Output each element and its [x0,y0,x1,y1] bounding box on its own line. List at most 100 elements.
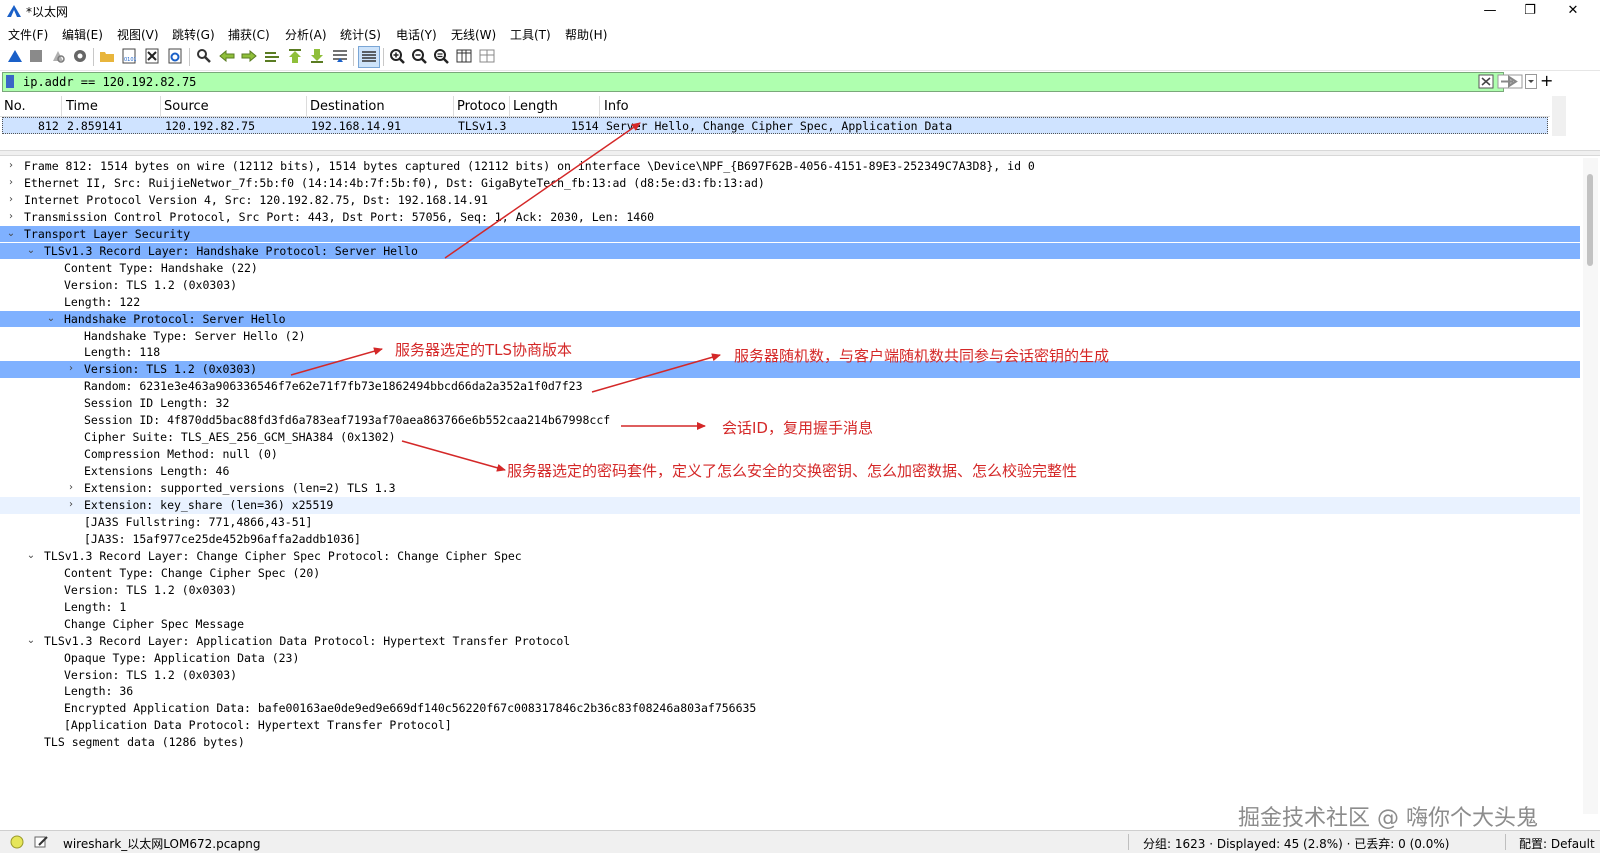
go-first-icon[interactable] [286,47,304,65]
detail-tree-item[interactable]: TLS segment data (1286 bytes) [0,734,1580,751]
detail-tree-item[interactable]: ⌄ Handshake Protocol: Server Hello [0,310,1580,328]
menu-view[interactable]: 视图(V) [117,26,159,43]
expand-chevron-icon[interactable]: › [65,480,77,497]
menu-tools[interactable]: 工具(T) [510,26,551,43]
options-gear-icon[interactable] [71,47,89,65]
detail-tree-item[interactable]: Version: TLS 1.2 (0x0303) [0,667,1580,684]
layout-icon[interactable] [478,47,496,65]
detail-tree-item[interactable]: Version: TLS 1.2 (0x0303) [0,277,1580,294]
detail-tree-item[interactable]: Length: 1 [0,599,1580,616]
zoom-normal-icon[interactable] [432,47,450,65]
go-last-icon[interactable] [308,47,326,65]
detail-tree-item[interactable]: [Application Data Protocol: Hypertext Tr… [0,717,1580,734]
detail-tree-text: Session ID: 4f870dd5bac88fd3fd6a783eaf71… [84,413,611,428]
detail-tree-item[interactable]: Version: TLS 1.2 (0x0303) [0,582,1580,599]
column-length[interactable]: Length [513,99,558,114]
menu-go[interactable]: 跳转(G) [172,26,215,43]
detail-tree-item[interactable]: › Frame 812: 1514 bytes on wire (12112 bi… [0,158,1580,175]
column-protocol[interactable]: Protoco [457,99,506,114]
detail-tree-item[interactable]: Length: 36 [0,683,1580,700]
go-to-packet-icon[interactable] [263,47,281,65]
save-file-icon[interactable]: 0101 [120,47,138,65]
clear-filter-icon[interactable] [1478,74,1494,89]
detail-tree-item[interactable]: [JA3S: 15af977ce25de452b96affa2addb1036] [0,531,1580,548]
restart-icon[interactable] [49,47,67,65]
packet-row[interactable]: 812 2.859141 120.192.82.75 192.168.14.91… [2,117,1548,134]
expand-chevron-icon[interactable]: › [65,497,77,514]
detail-tree-item[interactable]: Change Cipher Spec Message [0,616,1580,633]
restore-button[interactable]: ❐ [1507,0,1553,22]
menu-file[interactable]: 文件(F) [8,26,48,43]
resize-columns-icon[interactable] [455,47,473,65]
detail-tree-text: Transmission Control Protocol, Src Port:… [24,209,655,224]
shark-fin-start-icon[interactable] [6,47,24,65]
column-time[interactable]: Time [66,99,98,114]
column-info[interactable]: Info [604,99,629,114]
menu-wireless[interactable]: 无线(W) [451,26,496,43]
menu-analyze[interactable]: 分析(A) [285,26,327,43]
packet-list-scrollbar[interactable] [1552,96,1566,136]
go-back-icon[interactable] [218,47,236,65]
detail-tree-item[interactable]: Random: 6231e3e463a906336546f7e62e71f7fb… [0,378,1580,395]
expand-chevron-icon[interactable]: › [65,361,77,378]
detail-tree-item[interactable]: ⌄ TLSv1.3 Record Layer: Application Data … [0,633,1580,650]
zoom-in-icon[interactable] [388,47,406,65]
detail-tree-item[interactable]: Handshake Type: Server Hello (2) [0,328,1580,345]
detail-tree-item[interactable]: Content Type: Handshake (22) [0,260,1580,277]
menu-telephony[interactable]: 电话(Y) [396,26,437,43]
column-destination[interactable]: Destination [310,99,385,114]
detail-tree-text: Ethernet II, Src: RuijieNetwor_7f:5b:f0 … [24,175,765,190]
detail-tree-item[interactable]: ⌄ Transport Layer Security [0,225,1580,243]
detail-tree-item[interactable]: Length: 122 [0,294,1580,311]
detail-tree-item[interactable]: › Internet Protocol Version 4, Src: 120.1… [0,192,1580,209]
detail-tree-item[interactable]: Encrypted Application Data: bafe00163ae0… [0,700,1580,717]
detail-tree-item[interactable]: [JA3S Fullstring: 771,4866,43-51] [0,514,1580,531]
collapse-chevron-icon[interactable]: ⌄ [45,311,57,328]
pane-splitter[interactable] [0,150,1600,156]
menu-help[interactable]: 帮助(H) [565,26,607,43]
expand-chevron-icon[interactable]: › [5,175,17,192]
menu-statistics[interactable]: 统计(S) [340,26,381,43]
detail-tree-item[interactable]: Opaque Type: Application Data (23) [0,650,1580,667]
detail-tree-item[interactable]: Session ID Length: 32 [0,395,1580,412]
display-filter-input[interactable]: ip.addr == 120.192.82.75 [2,72,1537,92]
details-scroll-thumb[interactable] [1587,174,1593,266]
close-file-icon[interactable] [143,47,161,65]
reload-icon[interactable] [166,47,184,65]
menu-capture[interactable]: 捕获(C) [228,26,270,43]
expand-chevron-icon[interactable]: › [5,209,17,226]
collapse-chevron-icon[interactable]: ⌄ [25,548,37,565]
zoom-out-icon[interactable] [410,47,428,65]
add-filter-button[interactable]: + [1540,71,1553,90]
apply-filter-icon[interactable] [1497,74,1523,89]
close-button[interactable]: ✕ [1550,0,1596,22]
detail-tree-text: Change Cipher Spec Message [64,616,245,631]
column-no[interactable]: No. [4,99,26,114]
expert-info-icon[interactable] [10,835,24,849]
find-packet-icon[interactable] [195,47,213,65]
collapse-chevron-icon[interactable]: ⌄ [5,226,17,243]
filter-dropdown-icon[interactable] [1525,74,1537,89]
detail-tree-item[interactable]: › Ethernet II, Src: RuijieNetwor_7f:5b:f0… [0,175,1580,192]
autoscroll-icon[interactable] [331,47,349,65]
status-profile[interactable]: 配置: Default [1519,835,1595,852]
details-scrollbar[interactable] [1583,158,1598,814]
edit-comment-icon[interactable] [34,835,48,849]
column-source[interactable]: Source [164,99,209,114]
expand-chevron-icon[interactable]: › [5,158,17,175]
open-folder-icon[interactable] [98,47,116,65]
menu-edit[interactable]: 编辑(E) [62,26,103,43]
detail-tree-item[interactable]: ⌄ TLSv1.3 Record Layer: Handshake Protoco… [0,242,1580,260]
detail-tree-item[interactable]: › Extension: key_share (len=36) x25519 [0,497,1580,514]
collapse-chevron-icon[interactable]: ⌄ [25,633,37,650]
detail-tree-item[interactable]: ⌄ TLSv1.3 Record Layer: Change Cipher Spe… [0,548,1580,565]
go-forward-icon[interactable] [240,47,258,65]
filter-bookmark-icon[interactable] [6,75,14,88]
colorize-icon[interactable] [358,46,380,68]
detail-tree-item[interactable]: › Transmission Control Protocol, Src Port… [0,209,1580,226]
detail-tree-item[interactable]: › Extension: supported_versions (len=2) T… [0,480,1580,497]
stop-icon[interactable] [27,47,45,65]
expand-chevron-icon[interactable]: › [5,192,17,209]
detail-tree-item[interactable]: Content Type: Change Cipher Spec (20) [0,565,1580,582]
collapse-chevron-icon[interactable]: ⌄ [25,243,37,260]
